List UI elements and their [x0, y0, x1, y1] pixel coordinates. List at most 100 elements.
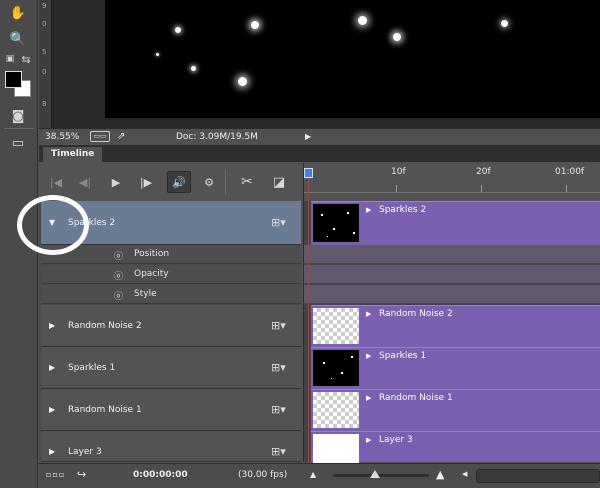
- canvas-area: 9 0 5 0 8: [39, 0, 600, 130]
- doc-info: Doc: 3.09M/19.5M: [176, 131, 258, 142]
- clip-sparkles-2[interactable]: ▶ Sparkles 2: [311, 201, 600, 245]
- film-menu-icon[interactable]: ⊞▾: [271, 319, 286, 332]
- clip-name: Layer 3: [379, 435, 413, 445]
- zoom-in-mountain-icon[interactable]: ▲: [436, 468, 444, 481]
- layer-name: Sparkles 1: [68, 363, 116, 373]
- ruler-number: 9: [42, 2, 47, 10]
- timeline-footer: ▫▫▫ ↪ 0:00:00:00 (30.00 fps) ▲ ▲ ◀: [39, 463, 600, 488]
- tab-timeline[interactable]: Timeline: [43, 147, 103, 162]
- property-row-opacity[interactable]: ⓞ Opacity: [41, 265, 301, 284]
- film-menu-icon[interactable]: ⊞▾: [271, 361, 286, 374]
- clip-layer-3[interactable]: ▶ Layer 3: [311, 431, 600, 463]
- zoom-icon[interactable]: 🔍: [8, 30, 28, 48]
- clip-thumbnail: [313, 350, 359, 386]
- property-name: Opacity: [134, 269, 169, 279]
- clip-random-noise-1[interactable]: ▶ Random Noise 1: [311, 389, 600, 431]
- property-row-style[interactable]: ⓞ Style: [41, 285, 301, 304]
- layer-name: Random Noise 2: [68, 321, 142, 331]
- clip-expand-icon[interactable]: ▶: [366, 394, 371, 402]
- zoom-slider-thumb[interactable]: [370, 470, 380, 478]
- playhead-handle[interactable]: [304, 168, 313, 178]
- highlight-annotation-circle: [17, 195, 89, 255]
- gpu-icon: ▭▭: [90, 131, 110, 142]
- clip-thumbnail: [313, 392, 359, 428]
- first-frame-icon[interactable]: |◀: [46, 172, 66, 192]
- clip-thumbnail: [313, 308, 359, 344]
- clip-expand-icon[interactable]: ▶: [366, 436, 371, 444]
- screen-mode-icon[interactable]: ▭: [8, 134, 28, 152]
- sparkle: [393, 33, 401, 41]
- frame-animation-icon[interactable]: ▫▫▫: [46, 470, 65, 479]
- clip-expand-icon[interactable]: ▶: [366, 352, 371, 360]
- time-label: 20f: [476, 167, 491, 177]
- frame-rate: (30.00 fps): [238, 470, 288, 480]
- quick-mask-icon[interactable]: ◙: [8, 107, 28, 125]
- next-frame-icon[interactable]: |▶: [136, 172, 156, 192]
- layer-row-random-noise-2[interactable]: ▶ Random Noise 2 ⊞▾: [41, 305, 301, 347]
- swap-colors-icon[interactable]: ⇆: [19, 50, 33, 68]
- film-menu-icon[interactable]: ⊞▾: [271, 403, 286, 416]
- prev-frame-icon[interactable]: ◀|: [75, 172, 95, 192]
- property-track[interactable]: [304, 265, 600, 284]
- clip-random-noise-2[interactable]: ▶ Random Noise 2: [311, 305, 600, 347]
- horizontal-scrollbar[interactable]: [476, 469, 600, 483]
- share-icon[interactable]: ⇗: [117, 131, 125, 142]
- disclosure-triangle-icon[interactable]: ▶: [49, 447, 55, 456]
- render-video-icon[interactable]: ↪: [77, 468, 86, 481]
- property-track[interactable]: [304, 245, 600, 264]
- ruler-number: 0: [42, 68, 47, 76]
- clip-expand-icon[interactable]: ▶: [366, 310, 371, 318]
- timeline-controls: |◀ ◀| ▶ |▶ 🔊 ⚙ ✂ ◪: [39, 163, 301, 201]
- clip-sparkles-1[interactable]: ▶ Sparkles 1: [311, 347, 600, 389]
- property-name: Position: [134, 249, 170, 259]
- sparkle: [501, 20, 508, 27]
- default-colors-icon[interactable]: ▣: [3, 50, 17, 68]
- current-timecode[interactable]: 0:00:00:00: [133, 470, 188, 480]
- clip-expand-icon[interactable]: ▶: [366, 206, 371, 214]
- ruler-number: 5: [42, 48, 47, 56]
- sparkle: [191, 66, 196, 71]
- property-row-position[interactable]: ⓞ Position: [41, 245, 301, 264]
- disclosure-triangle-icon[interactable]: ▶: [49, 321, 55, 330]
- ruler-baseline: [304, 192, 600, 193]
- layer-row-random-noise-1[interactable]: ▶ Random Noise 1 ⊞▾: [41, 389, 301, 431]
- zoom-level[interactable]: 38.55%: [45, 132, 79, 142]
- status-bar: 38.55% ▭▭ ⇗ Doc: 3.09M/19.5M ▶: [39, 128, 600, 144]
- layer-row-sparkles-1[interactable]: ▶ Sparkles 1 ⊞▾: [41, 347, 301, 389]
- ruler-number: 0: [42, 20, 47, 28]
- property-track[interactable]: [304, 285, 600, 304]
- clip-name: Random Noise 1: [379, 393, 453, 403]
- sparkle: [251, 21, 259, 29]
- disclosure-triangle-icon[interactable]: ▶: [49, 363, 55, 372]
- timeline-zoom-slider[interactable]: [333, 474, 429, 477]
- stopwatch-icon[interactable]: ⓞ: [114, 249, 123, 262]
- playhead-line: [308, 168, 309, 462]
- layer-name: Random Noise 1: [68, 405, 142, 415]
- status-menu-arrow-icon[interactable]: ▶: [305, 132, 311, 141]
- play-icon[interactable]: ▶: [106, 172, 126, 192]
- clip-thumbnail: [313, 204, 359, 242]
- scroll-left-icon[interactable]: ◀: [462, 470, 467, 478]
- timeline-tab-bar: Timeline: [39, 145, 600, 162]
- clip-name: Random Noise 2: [379, 309, 453, 319]
- split-scissors-icon[interactable]: ✂: [237, 172, 257, 192]
- toolbar-divider: [4, 128, 34, 129]
- transition-icon[interactable]: ◪: [269, 172, 289, 192]
- disclosure-triangle-icon[interactable]: ▶: [49, 405, 55, 414]
- zoom-out-mountain-icon[interactable]: ▲: [310, 470, 316, 479]
- film-menu-icon[interactable]: ⊞▾: [271, 216, 286, 229]
- audio-icon[interactable]: 🔊: [167, 171, 191, 193]
- film-menu-icon[interactable]: ⊞▾: [271, 445, 286, 458]
- clip-name: Sparkles 2: [379, 205, 427, 215]
- settings-gear-icon[interactable]: ⚙: [199, 172, 219, 192]
- foreground-color-swatch[interactable]: [5, 71, 22, 88]
- stopwatch-icon[interactable]: ⓞ: [114, 289, 123, 302]
- property-name: Style: [134, 289, 157, 299]
- sparkle: [238, 77, 247, 86]
- layer-row-layer-3[interactable]: ▶ Layer 3 ⊞▾: [41, 431, 301, 462]
- hand-icon[interactable]: ✋: [8, 4, 28, 22]
- stopwatch-icon[interactable]: ⓞ: [114, 269, 123, 282]
- document-canvas[interactable]: [105, 0, 600, 118]
- time-ruler[interactable]: 10f 20f 01:00f: [303, 163, 600, 201]
- ruler-number: 8: [42, 100, 47, 108]
